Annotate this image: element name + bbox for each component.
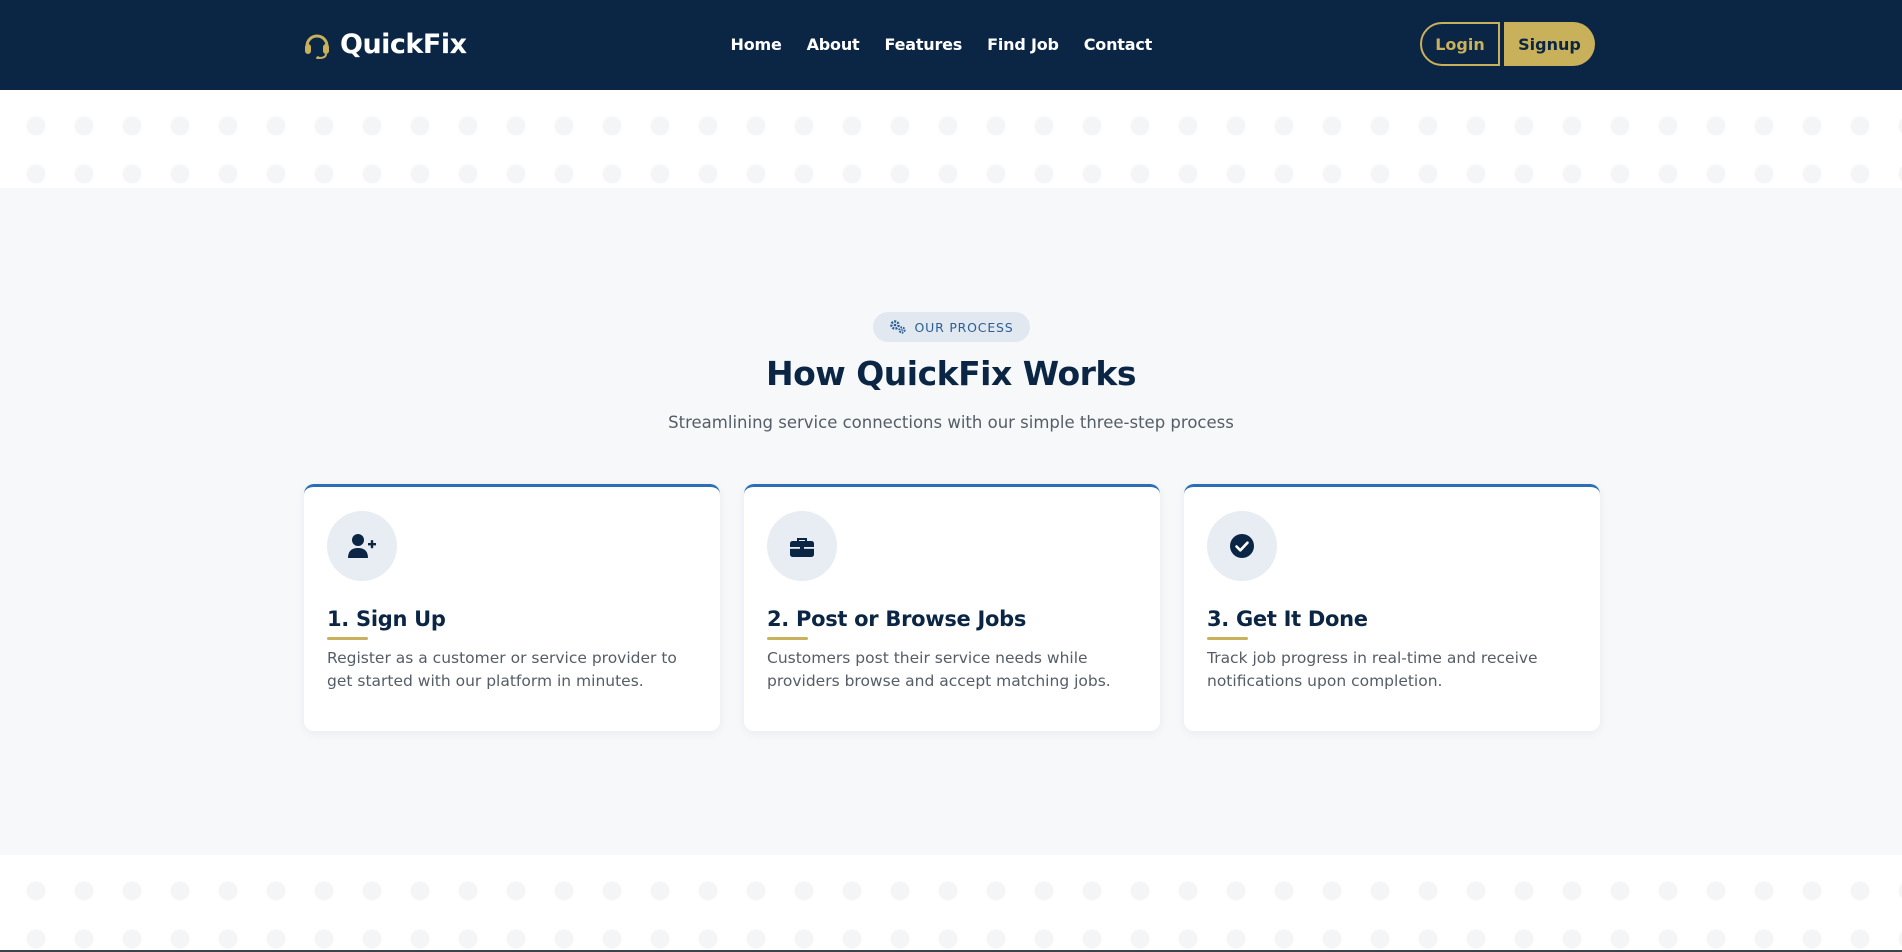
headset-icon [305,34,329,59]
step-title: 2. Post or Browse Jobs [767,607,1027,631]
step-icon-circle [327,511,397,581]
top-navbar: QuickFix Home About Features Find Job Co… [0,0,1902,90]
process-section: OUR PROCESS How QuickFix Works Streamlin… [0,188,1902,855]
user-plus-icon [348,534,376,558]
main-nav: Home About Features Find Job Contact [718,30,1165,58]
nav-link-features[interactable]: Features [872,35,975,54]
brand-name: QuickFix [340,28,467,60]
nav-link-about[interactable]: About [794,35,872,54]
title-underline [767,637,808,640]
step-description: Customers post their service needs while… [767,649,1111,690]
step-icon-circle [1207,511,1277,581]
section-badge-label: OUR PROCESS [914,319,1014,335]
check-circle-icon [1230,534,1254,558]
step-card-post-or-browse-jobs: 2. Post or Browse Jobs Customers post th… [744,484,1160,731]
step-icon-circle [767,511,837,581]
nav-link-contact[interactable]: Contact [1071,35,1164,54]
page: QuickFix Home About Features Find Job Co… [0,0,1902,952]
login-button[interactable]: Login [1420,22,1500,66]
briefcase-icon [790,538,814,557]
gears-icon [890,320,907,334]
section-title: How QuickFix Works [765,354,1137,393]
step-card-get-it-done: 3. Get It Done Track job progress in rea… [1184,484,1600,731]
step-description: Register as a customer or service provid… [327,649,677,690]
step-title: 3. Get It Done [1207,607,1368,631]
step-description: Track job progress in real-time and rece… [1207,649,1538,690]
decorative-pattern-top [0,90,1902,188]
title-underline [1207,637,1248,640]
title-underline [327,637,368,640]
step-title: 1. Sign Up [327,607,446,631]
nav-link-find-job[interactable]: Find Job [975,35,1072,54]
section-subtitle: Streamlining service connections with ou… [668,413,1234,432]
decorative-pattern-bottom [0,855,1902,952]
step-card-sign-up: 1. Sign Up Register as a customer or ser… [304,484,720,731]
section-badge: OUR PROCESS [873,312,1030,342]
brand-logo[interactable]: QuickFix [302,26,467,62]
signup-button[interactable]: Signup [1504,22,1595,66]
nav-link-home[interactable]: Home [718,35,794,54]
